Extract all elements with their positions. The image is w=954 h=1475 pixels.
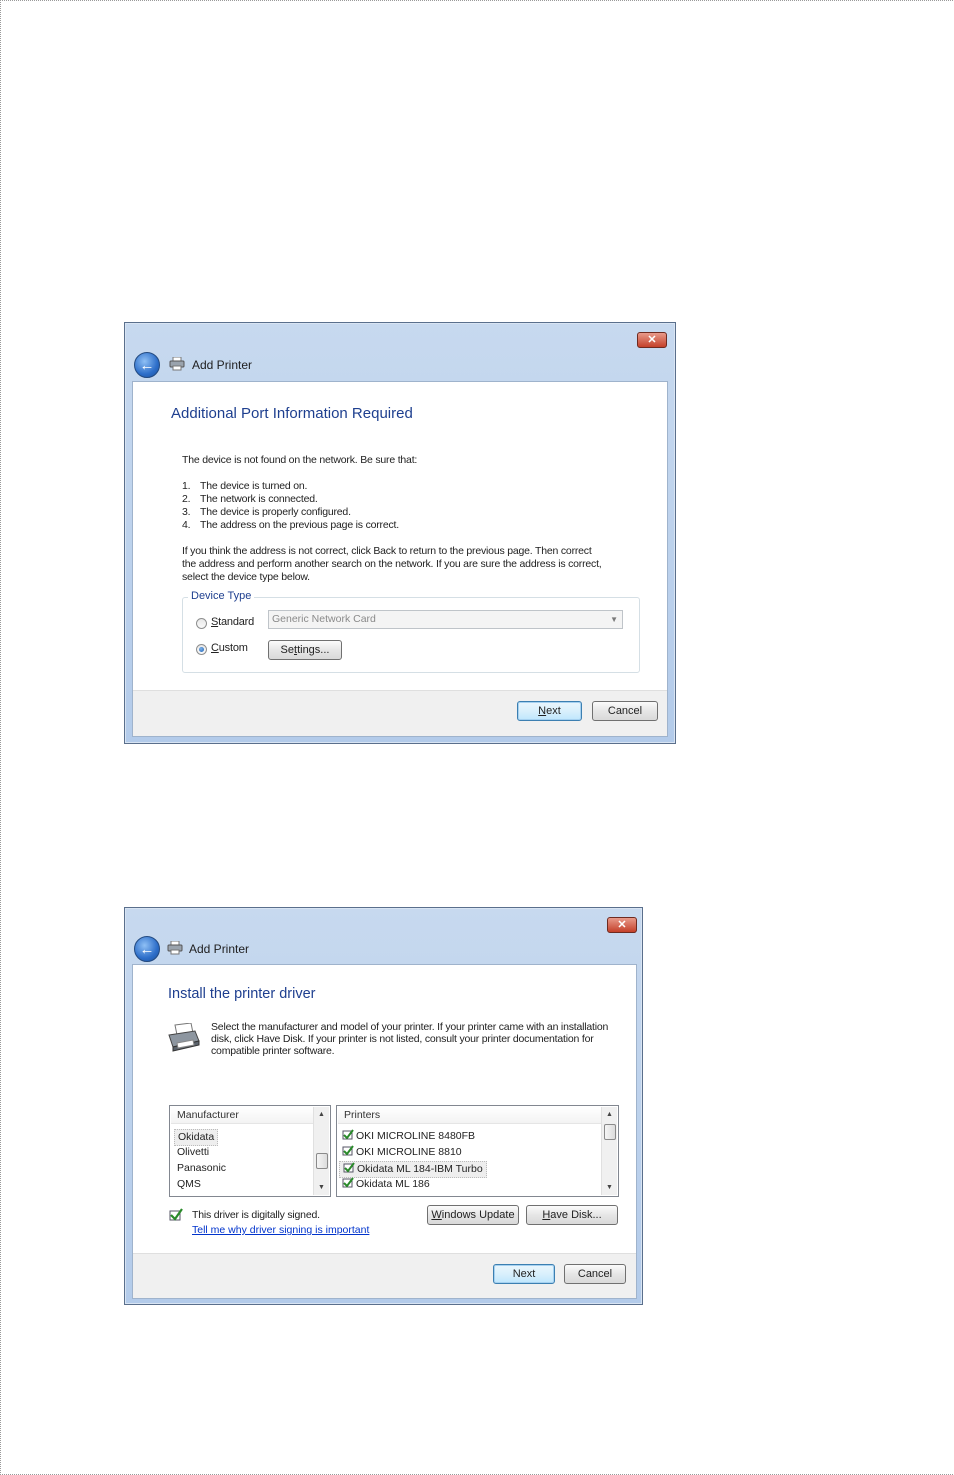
checklist-number: 4. <box>182 519 191 531</box>
signed-status-text: This driver is digitally signed. <box>192 1209 320 1221</box>
dialog-footer: Next Cancel <box>133 1253 636 1298</box>
add-printer-port-dialog: ✕ ← Add Printer Additional Port Informat… <box>124 322 676 744</box>
close-button[interactable]: ✕ <box>607 917 637 933</box>
next-button[interactable]: Next <box>517 701 582 721</box>
window-title: Add Printer <box>192 358 253 372</box>
signed-driver-icon <box>169 1208 183 1221</box>
checklist-item: The network is connected. <box>200 493 318 505</box>
scroll-down-icon[interactable]: ▼ <box>314 1180 329 1195</box>
printer-install-icon <box>168 1023 200 1052</box>
next-button[interactable]: Next <box>493 1264 555 1284</box>
custom-label[interactable]: Custom <box>211 642 248 655</box>
standard-device-select[interactable]: Generic Network Card ▼ <box>268 610 623 629</box>
device-type-legend: Device Type <box>188 590 255 602</box>
checklist-number: 1. <box>182 480 191 492</box>
advice-line: the address and perform another search o… <box>182 558 602 570</box>
settings-button[interactable]: Se t tings... <box>268 640 342 660</box>
signed-driver-icon <box>342 1129 354 1140</box>
checklist-item: The device is turned on. <box>200 480 308 492</box>
cancel-button[interactable]: Cancel <box>564 1264 626 1284</box>
window-title: Add Printer <box>189 942 250 956</box>
standard-radio[interactable] <box>196 618 207 629</box>
manufacturer-scrollbar[interactable]: ▲ ▼ <box>313 1107 329 1195</box>
checklist-item: The device is properly configured. <box>200 506 351 518</box>
checklist-number: 2. <box>182 493 191 505</box>
scroll-up-icon[interactable]: ▲ <box>314 1107 329 1122</box>
instruction-line: compatible printer software. <box>211 1045 335 1057</box>
scroll-thumb[interactable] <box>316 1153 328 1169</box>
standard-device-value: Generic Network Card <box>272 613 376 625</box>
list-item[interactable]: Okidata <box>174 1129 219 1146</box>
signed-driver-icon <box>342 1145 354 1156</box>
printers-column-header[interactable]: Printers <box>338 1107 601 1124</box>
back-arrow-icon: ← <box>139 940 155 958</box>
list-item[interactable]: OKI MICROLINE 8810 <box>339 1145 465 1160</box>
list-item[interactable]: OKI MICROLINE 8480FB <box>339 1129 478 1144</box>
device-type-group <box>182 597 640 673</box>
page-heading: Additional Port Information Required <box>171 405 413 422</box>
list-item[interactable]: Olivetti <box>174 1145 212 1160</box>
windows-update-button[interactable]: Windows Update <box>427 1205 519 1225</box>
standard-label[interactable]: Standard <box>211 616 254 629</box>
back-button[interactable]: ← <box>134 352 160 378</box>
cancel-button[interactable]: Cancel <box>592 701 658 721</box>
list-item[interactable]: Okidata ML 186 <box>339 1177 433 1192</box>
printers-scrollbar[interactable]: ▲ ▼ <box>601 1107 617 1195</box>
page-heading: Install the printer driver <box>168 986 316 1002</box>
driver-signing-link[interactable]: Tell me why driver signing is important <box>192 1224 369 1236</box>
chevron-down-icon: ▼ <box>610 615 618 624</box>
close-icon: ✕ <box>647 333 657 346</box>
scroll-up-icon[interactable]: ▲ <box>602 1107 617 1122</box>
dialog-content: Install the printer driver Select the ma… <box>132 964 637 1299</box>
dialog-footer: Next Cancel <box>133 690 667 736</box>
printers-list[interactable]: Printers OKI MICROLINE 8480FB OKI MICROL… <box>336 1105 619 1197</box>
back-arrow-icon: ← <box>139 356 155 374</box>
list-item[interactable]: QMS <box>174 1177 204 1192</box>
custom-radio[interactable] <box>196 644 207 655</box>
signed-driver-icon <box>343 1162 355 1173</box>
signed-driver-icon <box>342 1177 354 1188</box>
checklist-number: 3. <box>182 506 191 518</box>
advice-line: If you think the address is not correct,… <box>182 545 592 557</box>
back-button[interactable]: ← <box>134 936 160 962</box>
printer-icon <box>169 357 185 371</box>
intro-text: The device is not found on the network. … <box>182 454 418 466</box>
scroll-thumb[interactable] <box>604 1124 616 1140</box>
add-printer-driver-dialog: ✕ ← Add Printer Install the printer driv… <box>124 907 643 1305</box>
printer-icon <box>167 941 183 955</box>
close-button[interactable]: ✕ <box>637 332 667 348</box>
dialog-content: Additional Port Information Required The… <box>132 381 668 737</box>
close-icon: ✕ <box>617 918 627 931</box>
list-item[interactable]: Okidata ML 184-IBM Turbo <box>339 1161 487 1178</box>
manufacturer-column-header[interactable]: Manufacturer <box>171 1107 313 1124</box>
have-disk-button[interactable]: Have Disk... <box>526 1205 618 1225</box>
manufacturer-list[interactable]: Manufacturer Okidata Olivetti Panasonic … <box>169 1105 331 1197</box>
list-item[interactable]: Panasonic <box>174 1161 229 1176</box>
scroll-down-icon[interactable]: ▼ <box>602 1180 617 1195</box>
checklist-item: The address on the previous page is corr… <box>200 519 399 531</box>
advice-line: select the device type below. <box>182 571 310 583</box>
